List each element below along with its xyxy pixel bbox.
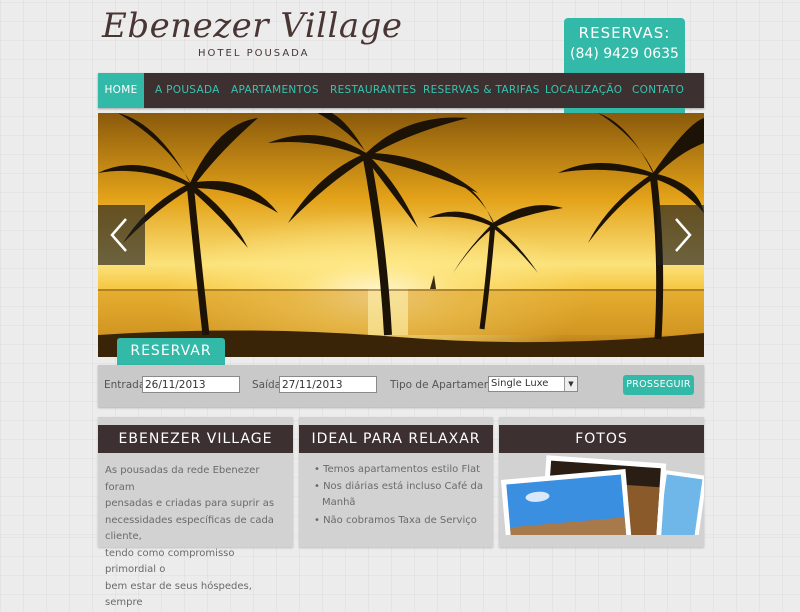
- site-logo[interactable]: Ebenezer Village HOTEL POUSADA: [100, 6, 402, 64]
- relax-title: IDEAL PARA RELAXAR: [299, 425, 493, 453]
- bullet-text: Temos apartamentos estilo Flat: [323, 464, 481, 475]
- sunset-palms-image: [98, 113, 704, 357]
- bullet-text: Nos diárias está incluso Café da: [323, 481, 483, 492]
- relax-column: IDEAL PARA RELAXAR • Temos apartamentos …: [299, 417, 493, 547]
- about-line: bem estar de seus hóspedes, sempre: [105, 580, 252, 609]
- list-item: • Não cobramos Taxa de Serviço: [314, 515, 477, 526]
- fotos-title: FOTOS: [499, 425, 704, 453]
- logo-subtitle: HOTEL POUSADA: [198, 48, 310, 59]
- entrada-input[interactable]: 26/11/2013: [142, 376, 240, 393]
- slider-next-button[interactable]: [657, 205, 704, 265]
- list-item: • Nos diárias está incluso Café da: [314, 481, 483, 492]
- reservas-label: RESERVAS:: [578, 24, 671, 42]
- chevron-down-icon: ▼: [564, 377, 577, 391]
- chevron-left-icon: [110, 218, 127, 252]
- nav-home[interactable]: HOME: [98, 73, 144, 108]
- list-item-continuation: Manhã: [322, 497, 356, 508]
- about-column: EBENEZER VILLAGE As pousadas da rede Ebe…: [98, 417, 293, 608]
- reservas-phone: (84) 9429 0635: [570, 46, 679, 62]
- chevron-right-icon: [675, 218, 692, 252]
- list-item: • Temos apartamentos estilo Flat: [314, 464, 481, 475]
- tipo-apartamento-select[interactable]: Single Luxe ▼: [488, 376, 578, 392]
- nav-contato[interactable]: CONTATO: [632, 73, 684, 108]
- about-title: EBENEZER VILLAGE: [98, 425, 293, 453]
- about-line: tendo como compromisso primordial o: [105, 547, 235, 576]
- booking-form: Entrada 26/11/2013 Saída 27/11/2013 Tipo…: [98, 365, 704, 407]
- nav-localizacao[interactable]: LOCALIZAÇÃO: [545, 73, 622, 108]
- prosseguir-button[interactable]: PROSSEGUIR: [623, 375, 694, 395]
- about-text: As pousadas da rede Ebenezer foram pensa…: [105, 463, 285, 612]
- nav-reservas-tarifas[interactable]: RESERVAS & TARIFAS: [423, 73, 540, 108]
- main-nav: HOME A POUSADA APARTAMENTOS RESTAURANTES…: [98, 73, 704, 108]
- bullet-text: Não cobramos Taxa de Serviço: [323, 515, 477, 526]
- saida-input[interactable]: 27/11/2013: [279, 376, 377, 393]
- reservar-tab[interactable]: RESERVAR: [117, 338, 225, 365]
- slider-prev-button[interactable]: [98, 205, 145, 265]
- photo-stack-image[interactable]: [499, 453, 704, 535]
- nav-a-pousada[interactable]: A POUSADA: [155, 73, 220, 108]
- tipo-apartamento-label: Tipo de Apartamento: [390, 379, 501, 391]
- nav-restaurantes[interactable]: RESTAURANTES: [330, 73, 416, 108]
- tipo-apartamento-value: Single Luxe: [491, 378, 549, 389]
- entrada-label: Entrada: [104, 379, 146, 391]
- about-line: pensadas e criadas para suprir as: [105, 498, 275, 509]
- logo-title: Ebenezer Village: [102, 6, 403, 46]
- about-line: As pousadas da rede Ebenezer foram: [105, 465, 260, 493]
- fotos-column: FOTOS: [499, 417, 704, 547]
- saida-label: Saída: [252, 379, 282, 391]
- nav-apartamentos[interactable]: APARTAMENTOS: [231, 73, 319, 108]
- about-line: necessidades específicas de cada cliente…: [105, 514, 274, 543]
- hero-slider: [98, 113, 704, 357]
